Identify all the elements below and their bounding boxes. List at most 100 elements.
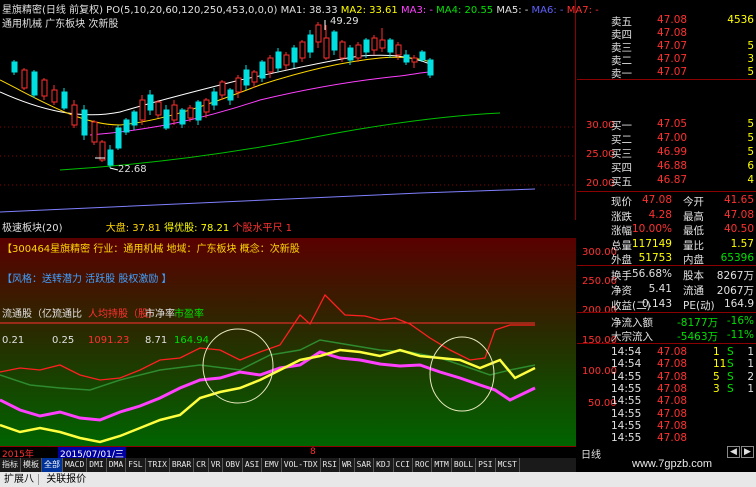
tab-psi[interactable]: PSI: [476, 458, 496, 472]
tab-rsi[interactable]: RSI: [321, 458, 340, 472]
tab-macd[interactable]: MACD: [63, 458, 88, 472]
sell-volume: 5: [747, 40, 754, 52]
sell-row[interactable]: 卖三 47.07 5: [577, 40, 756, 54]
buy-row[interactable]: 买三 46.99 5: [577, 146, 756, 160]
tab-wr[interactable]: WR: [340, 458, 355, 472]
tick-count: 1: [747, 358, 754, 371]
buy-row[interactable]: 买二 47.00 5: [577, 132, 756, 146]
tab-模板[interactable]: 模板: [21, 458, 42, 472]
sell-row[interactable]: 卖五 47.08 4536: [577, 14, 756, 28]
stat-row: 总量 117149 量比 1.57: [577, 237, 756, 252]
buy-row[interactable]: 买一 47.05 5: [577, 118, 756, 132]
candle-body: [123, 119, 130, 133]
candle-body: [195, 101, 202, 121]
stat2-row: 换手 56.68% 股本 8267万: [577, 268, 756, 282]
stat-label: 现价: [611, 196, 632, 208]
tab-roc[interactable]: ROC: [413, 458, 433, 472]
period-label[interactable]: 日线: [581, 446, 601, 461]
tab-dma[interactable]: DMA: [107, 458, 127, 472]
scroll-left-button[interactable]: ◀: [727, 446, 740, 458]
sell-volume: 3: [747, 53, 754, 65]
candle-body: [81, 109, 88, 136]
col-header-ratio: 流通比: [52, 309, 82, 320]
tab-指标[interactable]: 指标: [0, 458, 21, 472]
buy-row[interactable]: 买五 46.87 4: [577, 174, 756, 188]
tab-dmi[interactable]: DMI: [87, 458, 107, 472]
tab-cr[interactable]: CR: [194, 458, 209, 472]
flow-pct: -16%: [726, 315, 754, 327]
tab-boll[interactable]: BOLL: [452, 458, 477, 472]
sell-price: 47.07: [657, 40, 688, 52]
tick-row: 14:55 47.08: [577, 432, 756, 445]
candle-body: [211, 91, 218, 106]
candle-body: [187, 107, 194, 119]
gegu-value: 得优股: 78.21: [164, 223, 230, 234]
candle-body: [371, 37, 378, 51]
tick-price: 47.08: [657, 395, 688, 408]
tab-sar[interactable]: SAR: [355, 458, 375, 472]
date-timeline[interactable]: 2015年 2015/07/01/三 8: [0, 446, 576, 460]
flow-label: 净流入额: [611, 317, 653, 329]
candle-body: [387, 39, 394, 53]
tick-volume: 3: [713, 382, 720, 395]
val-ratio: 0.25: [52, 335, 75, 346]
tab-emv[interactable]: EMV: [262, 458, 282, 472]
candle-body: [427, 59, 434, 76]
buy-price: 47.00: [657, 132, 688, 144]
col-header-pb: 市净率: [145, 309, 175, 320]
stat-label: 涨幅: [611, 225, 632, 237]
indicator-panel[interactable]: 极速板块(20) 大盘: 37.81 得优股: 78.21 个股水平尺 1 【3…: [0, 220, 617, 446]
candle-body: [163, 109, 170, 129]
buy-label: 买一: [611, 120, 632, 132]
buy-volume: 5: [747, 118, 754, 130]
candle-body: [395, 44, 402, 56]
tick-row: 14:55 47.08 3 S 1: [577, 383, 756, 396]
sell-price: 47.08: [657, 14, 688, 26]
tick-row: 14:55 47.08 5 S 2: [577, 371, 756, 384]
stat2-label2: 股本: [683, 270, 704, 282]
buy-row[interactable]: 买四 46.88 6: [577, 160, 756, 174]
status-ext[interactable]: 扩展八: [0, 474, 39, 485]
tab-mcst[interactable]: MCST: [496, 458, 520, 472]
stat-value2: 1.57: [730, 237, 754, 250]
indicator-name: 极速板块(20): [2, 223, 63, 234]
candle-body: [155, 101, 162, 116]
candle-body: [411, 57, 418, 63]
tick-price: 47.08: [657, 382, 688, 395]
stat-value: 117149: [631, 237, 672, 250]
tab-mtm[interactable]: MTM: [432, 458, 452, 472]
tab-fsl[interactable]: FSL: [126, 458, 146, 472]
candlestick-chart[interactable]: 星旗精密(日线 前复权) PO(5,10,20,60,120,250,453,0…: [0, 0, 615, 220]
sell-row[interactable]: 卖一 47.07 5: [577, 66, 756, 80]
tab-kdj[interactable]: KDJ: [374, 458, 394, 472]
tick-price: 47.08: [657, 419, 688, 432]
tab-vol-tdx[interactable]: VOL-TDX: [282, 458, 321, 472]
val-pe: 164.94: [174, 335, 209, 346]
scroll-right-button[interactable]: ▶: [741, 446, 754, 458]
tab-vr[interactable]: VR: [209, 458, 224, 472]
val-pb: 8.71: [145, 335, 168, 346]
stat-label: 涨跌: [611, 210, 632, 223]
tab-brar[interactable]: BRAR: [170, 458, 195, 472]
candle-body: [339, 41, 346, 59]
candle-body: [99, 141, 106, 161]
flow-value: -5463万: [676, 331, 718, 343]
tab-全部[interactable]: 全部: [42, 458, 63, 472]
val-float: 0.21: [2, 335, 25, 346]
tab-obv[interactable]: OBV: [223, 458, 243, 472]
tick-count: 1: [747, 382, 754, 395]
tick-price: 47.08: [657, 358, 688, 371]
tick-price: 47.08: [657, 432, 688, 445]
status-related[interactable]: 关联报价: [42, 474, 90, 485]
tab-asi[interactable]: ASI: [243, 458, 263, 472]
stat2-value2: 8267万: [716, 270, 754, 282]
tick-row: 14:55 47.08: [577, 408, 756, 421]
buy-volume: 5: [747, 132, 754, 144]
candle-body: [219, 81, 226, 96]
tab-trix[interactable]: TRIX: [146, 458, 170, 472]
sell-row[interactable]: 卖二 47.07 3: [577, 53, 756, 67]
sell-row[interactable]: 卖四 47.08: [577, 27, 756, 41]
stat-row: 外盘 51753 内盘 65396: [577, 252, 756, 266]
candle-body: [71, 104, 78, 126]
tab-cci[interactable]: CCI: [394, 458, 413, 472]
